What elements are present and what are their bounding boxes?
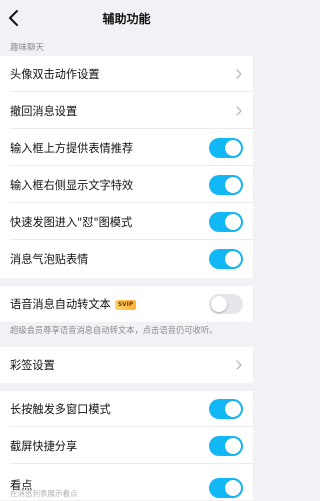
chevron-right-icon xyxy=(236,106,242,116)
toggle-knob xyxy=(225,438,241,454)
navigation-bar: 辅助功能 xyxy=(0,0,253,36)
emoji-recommend-label: 输入框上方提供表情推荐 xyxy=(10,142,134,155)
section-title-fun-chat: 趣味聊天 xyxy=(10,43,45,53)
emoji-recommend-row: 输入框上方提供表情推荐 xyxy=(0,130,253,166)
toggle-knob xyxy=(225,401,241,417)
screenshot-share-row: 截屏快捷分享 xyxy=(0,428,253,464)
multi-window-toggle[interactable] xyxy=(209,399,243,419)
duitu-mode-row: 快速发图进入"怼"图模式 xyxy=(0,204,253,240)
emoji-recommend-toggle[interactable] xyxy=(209,138,243,158)
voice-to-text-toggle[interactable] xyxy=(209,294,243,314)
duitu-mode-toggle[interactable] xyxy=(209,212,243,232)
voice-to-text-label: 语音消息自动转文本 SVIP xyxy=(10,296,137,312)
toggle-knob xyxy=(211,296,227,312)
bubble-sticker-row: 消息气泡贴表情 xyxy=(0,241,253,277)
voice-to-text-note: 超级会员尊享语音消息自动转文本，点击语音仍可收听。 xyxy=(10,325,218,335)
caiqian-row[interactable]: 彩签设置 xyxy=(0,347,253,383)
voice-to-text-row: 语音消息自动转文本 SVIP xyxy=(0,286,253,322)
recall-message-row[interactable]: 撤回消息设置 xyxy=(0,93,253,129)
misc-group: 长按触发多窗口模式 截屏快捷分享 看点 在消息列表展示看点 xyxy=(0,391,253,500)
toggle-knob xyxy=(225,177,241,193)
toggle-knob xyxy=(225,480,241,496)
chevron-right-icon xyxy=(236,360,242,370)
bubble-sticker-label: 消息气泡贴表情 xyxy=(10,253,89,266)
caiqian-label: 彩签设置 xyxy=(10,359,55,372)
screenshot-share-label: 截屏快捷分享 xyxy=(10,440,78,453)
text-effect-toggle[interactable] xyxy=(209,175,243,195)
kandian-sub-label: 在消息列表展示看点 xyxy=(10,489,78,498)
fun-chat-group: 头像双击动作设置 撤回消息设置 输入框上方提供表情推荐 输入框右侧显示文字特效 … xyxy=(0,56,253,278)
multi-window-label: 长按触发多窗口模式 xyxy=(10,403,111,416)
bubble-sticker-toggle[interactable] xyxy=(209,249,243,269)
recall-message-label: 撤回消息设置 xyxy=(10,105,78,118)
toggle-knob xyxy=(225,140,241,156)
avatar-double-click-row[interactable]: 头像双击动作设置 xyxy=(0,56,253,92)
text-effect-label: 输入框右侧显示文字特效 xyxy=(10,179,134,192)
toggle-knob xyxy=(225,251,241,267)
voice-group: 语音消息自动转文本 SVIP xyxy=(0,286,253,322)
page-title: 辅助功能 xyxy=(102,12,151,26)
multi-window-row: 长按触发多窗口模式 xyxy=(0,391,253,427)
kandian-toggle[interactable] xyxy=(209,478,243,498)
screenshot-share-toggle[interactable] xyxy=(209,436,243,456)
kandian-row: 看点 在消息列表展示看点 xyxy=(0,465,253,501)
avatar-double-click-label: 头像双击动作设置 xyxy=(10,68,100,81)
text-effect-row: 输入框右侧显示文字特效 xyxy=(0,167,253,203)
toggle-knob xyxy=(225,214,241,230)
svip-badge: SVIP xyxy=(114,300,137,310)
caiqian-group: 彩签设置 xyxy=(0,347,253,383)
duitu-mode-label: 快速发图进入"怼"图模式 xyxy=(10,216,133,229)
chevron-right-icon xyxy=(236,69,242,79)
